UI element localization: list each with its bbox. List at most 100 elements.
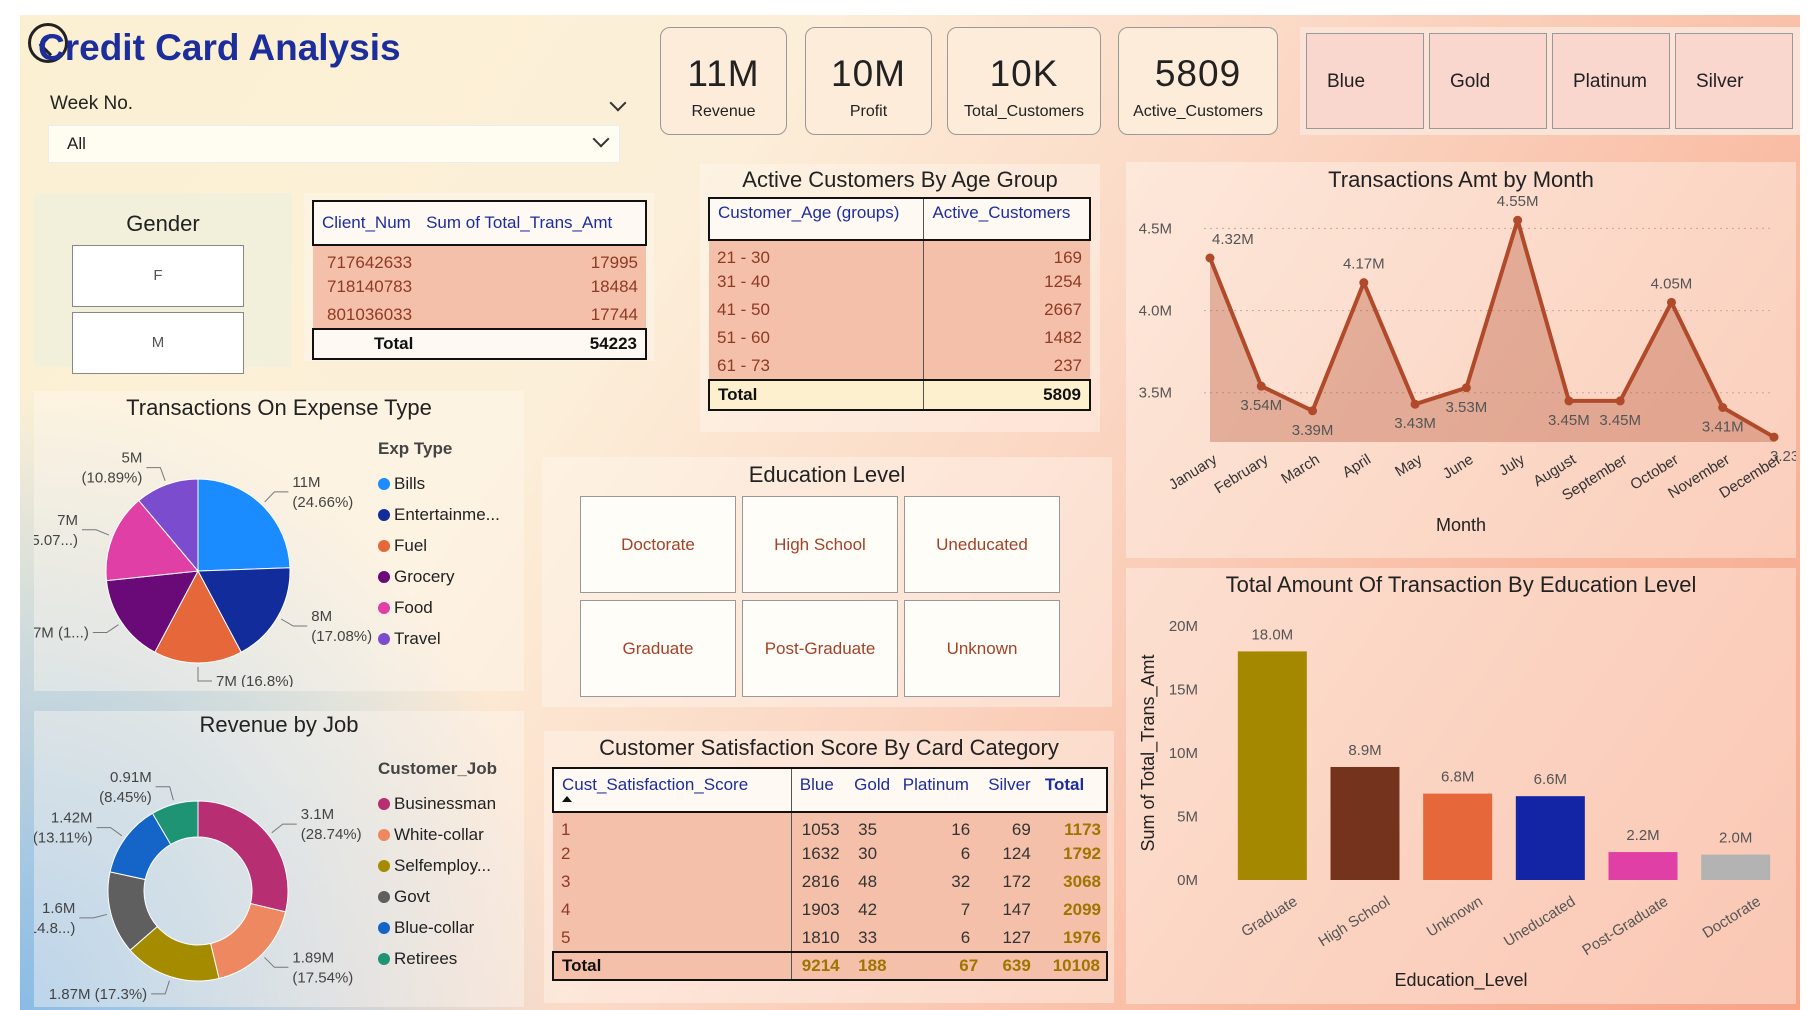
x-tick-label: High School xyxy=(1316,893,1394,950)
bar[interactable] xyxy=(1237,651,1307,880)
legend-item[interactable]: Blue-collar xyxy=(378,912,497,943)
card-button-silver[interactable]: Silver xyxy=(1675,33,1793,129)
legend-item[interactable]: Bills xyxy=(378,468,500,499)
data-point[interactable] xyxy=(1410,399,1420,409)
data-point[interactable] xyxy=(1513,215,1523,225)
table-cell: 51 - 60 xyxy=(709,324,925,352)
bar[interactable] xyxy=(1423,793,1493,880)
column-header[interactable]: Client_Num xyxy=(313,201,426,245)
slicer-collapse-chevron-icon[interactable] xyxy=(609,94,627,112)
slice-data-label: (17.54%) xyxy=(292,969,353,986)
education-option-post-graduate[interactable]: Post-Graduate xyxy=(742,600,898,697)
kpi-total-customers: 10K Total_Customers xyxy=(947,27,1101,135)
legend-label: Blue-collar xyxy=(394,917,475,937)
table-cell: 237 xyxy=(1053,355,1082,375)
point-data-label: 4.55M xyxy=(1497,193,1539,210)
kpi-value: 11M xyxy=(687,53,760,94)
column-header[interactable]: Gold xyxy=(850,768,899,812)
table-cell: 67 xyxy=(959,956,979,975)
expense-chart-title: Transactions On Expense Type xyxy=(126,395,432,420)
sort-ascending-icon[interactable] xyxy=(562,796,572,802)
legend-item[interactable]: Fuel xyxy=(378,530,500,561)
table-cell: 2816 xyxy=(801,872,840,891)
legend-item[interactable]: Grocery xyxy=(378,561,500,592)
data-point[interactable] xyxy=(1718,403,1728,412)
kpi-label: Profit xyxy=(849,103,888,120)
education-option-graduate[interactable]: Graduate xyxy=(580,600,736,697)
legend-item[interactable]: Businessman xyxy=(378,788,497,819)
job-legend: Customer_Job Businessman White-collar Se… xyxy=(378,759,497,974)
column-header[interactable]: Platinum xyxy=(899,768,984,812)
data-point[interactable] xyxy=(1666,297,1676,307)
data-point[interactable] xyxy=(1564,396,1574,406)
bar[interactable] xyxy=(1608,852,1678,880)
table-cell: 639 xyxy=(1002,956,1031,975)
table-cell: 18484 xyxy=(590,277,638,296)
y-tick-label: 10M xyxy=(1169,745,1198,762)
gender-option-f[interactable]: F xyxy=(72,245,244,307)
slice-data-label: (28.74%) xyxy=(301,826,362,843)
table-cell: 717642633 xyxy=(327,252,413,272)
x-tick-label: Uneducated xyxy=(1501,893,1579,950)
bar-data-label: 8.9M xyxy=(1348,742,1381,759)
week-dropdown[interactable]: All xyxy=(48,125,620,163)
table-cell: 10108 xyxy=(1052,956,1100,975)
bar[interactable] xyxy=(1330,766,1400,880)
client-table: Client_Num Sum of Total_Trans_Amt 717642… xyxy=(312,200,647,360)
table-row: 1 1053 35 16 69 1173 xyxy=(553,812,1107,840)
column-header[interactable]: Blue xyxy=(791,768,850,812)
bar[interactable] xyxy=(1515,796,1585,880)
legend-label: Grocery xyxy=(394,566,455,586)
legend-item[interactable]: Food xyxy=(378,592,500,623)
card-button-blue[interactable]: Blue xyxy=(1306,33,1424,129)
bar-data-label: 6.8M xyxy=(1441,769,1474,786)
education-option-doctorate[interactable]: Doctorate xyxy=(580,496,736,593)
legend-swatch xyxy=(378,601,390,614)
column-header[interactable]: Silver xyxy=(984,768,1041,812)
table-cell: 4 xyxy=(553,896,792,924)
table-row: 5 1810 33 6 127 1976 xyxy=(553,924,1107,952)
table-cell: 33 xyxy=(858,927,878,947)
legend-item[interactable]: White-collar xyxy=(378,819,497,850)
job-chart-title: Revenue by Job xyxy=(199,712,359,737)
column-header[interactable]: Total xyxy=(1041,768,1107,812)
pie-slice[interactable] xyxy=(197,800,289,913)
column-header[interactable]: Sum of Total_Trans_Amt xyxy=(426,201,646,245)
leader-line xyxy=(79,913,108,919)
chevron-down-icon xyxy=(592,130,610,148)
data-point[interactable] xyxy=(1256,381,1266,391)
column-header[interactable]: Cust_Satisfaction_Score xyxy=(553,768,792,812)
pie-slice[interactable] xyxy=(197,478,291,572)
column-header[interactable]: Customer_Age (groups) xyxy=(709,198,925,240)
legend-item[interactable]: Govt xyxy=(378,881,497,912)
gender-option-m[interactable]: M xyxy=(72,312,244,374)
bar-data-label: 6.6M xyxy=(1534,771,1567,788)
legend-item[interactable]: Entertainme... xyxy=(378,499,500,530)
x-tick-label: February xyxy=(1211,451,1271,497)
column-header[interactable]: Active_Customers xyxy=(924,198,1090,240)
data-point[interactable] xyxy=(1769,432,1779,442)
legend-swatch xyxy=(378,921,390,934)
card-button-platinum[interactable]: Platinum xyxy=(1552,33,1670,129)
table-cell: 124 xyxy=(1002,844,1031,863)
kpi-label: Total_Customers xyxy=(963,103,1085,120)
legend-item[interactable]: Selfemploy... xyxy=(378,850,497,881)
data-point[interactable] xyxy=(1205,253,1215,263)
table-cell: 147 xyxy=(1002,900,1031,919)
education-option-unknown[interactable]: Unknown xyxy=(904,600,1060,697)
legend-item[interactable]: Travel xyxy=(378,623,500,654)
bar[interactable] xyxy=(1701,854,1771,880)
education-option-uneducated[interactable]: Uneducated xyxy=(904,496,1060,593)
legend-item[interactable]: Retirees xyxy=(378,943,497,974)
data-point[interactable] xyxy=(1461,383,1471,393)
card-button-gold[interactable]: Gold xyxy=(1429,33,1547,129)
education-option-high-school[interactable]: High School xyxy=(742,496,898,593)
slice-data-label: (10.89%) xyxy=(82,470,143,487)
age-group-table: Customer_Age (groups) Active_Customers 2… xyxy=(708,197,1091,411)
data-point[interactable] xyxy=(1359,278,1369,288)
table-cell: Total xyxy=(553,952,792,980)
data-point[interactable] xyxy=(1615,396,1625,406)
data-point[interactable] xyxy=(1308,406,1318,416)
table-row: 3 2816 48 32 172 3068 xyxy=(553,868,1107,896)
x-tick-label: June xyxy=(1440,451,1477,483)
